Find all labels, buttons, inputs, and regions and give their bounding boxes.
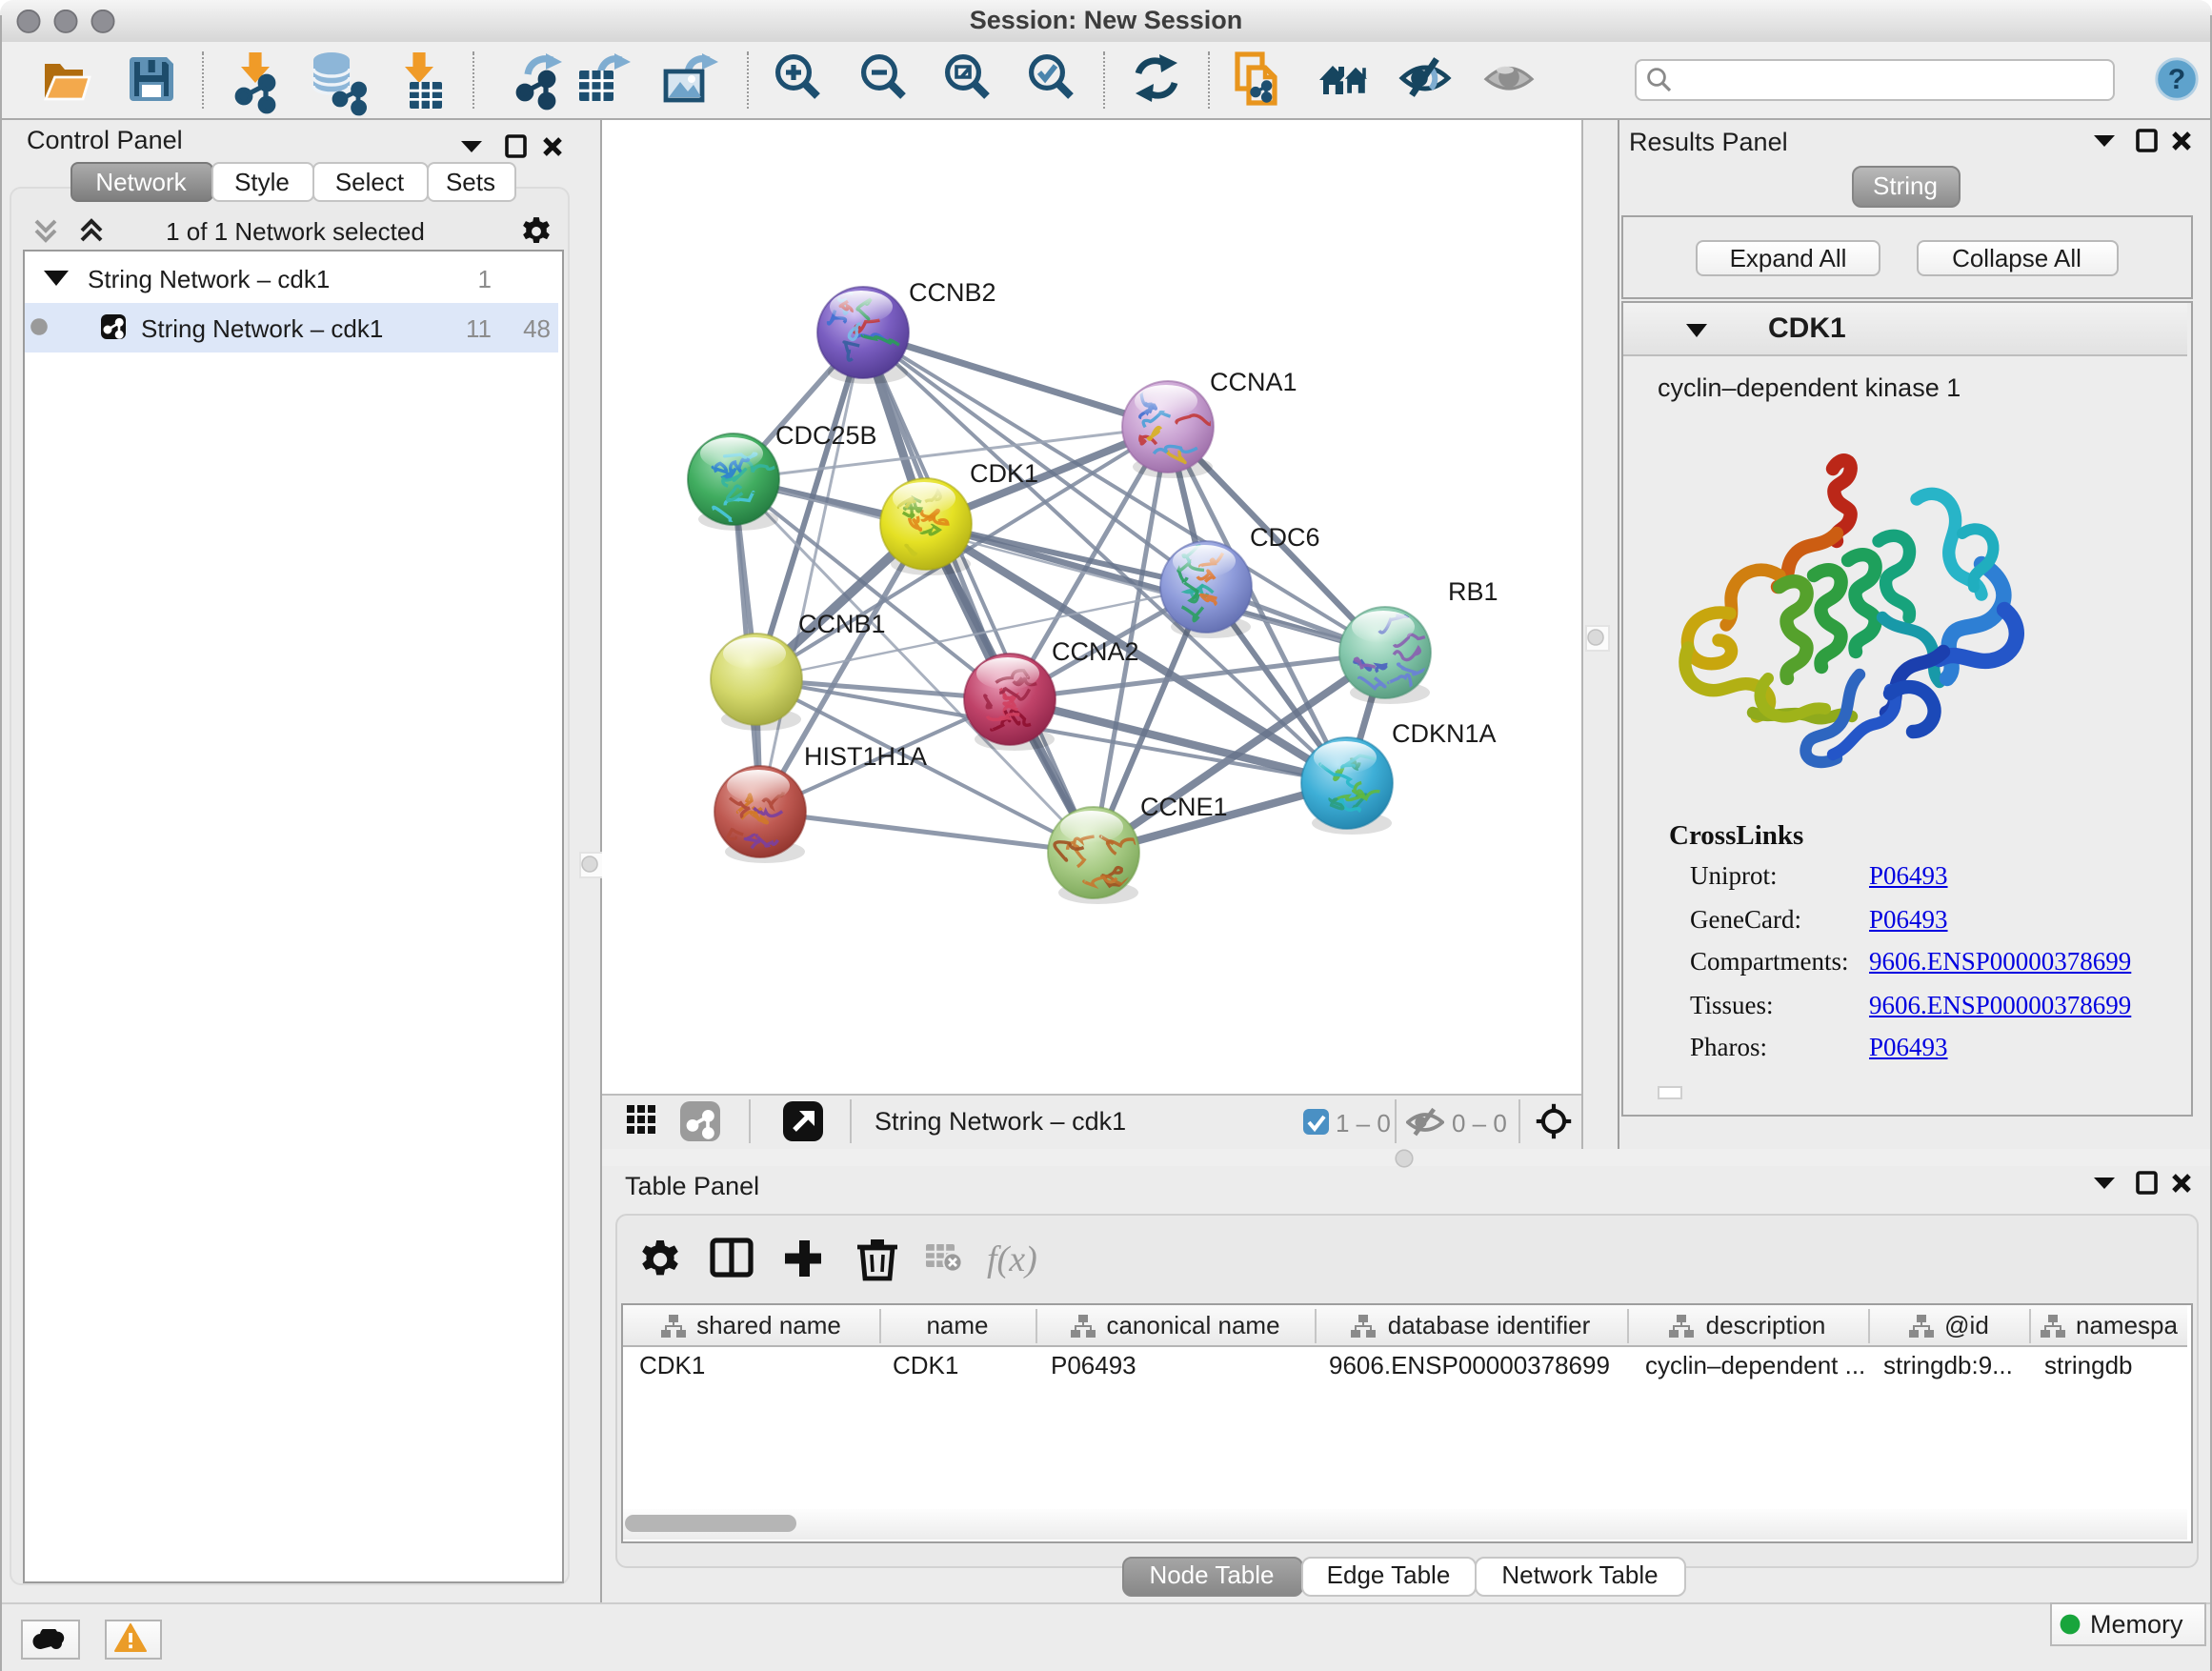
svg-text:?: ? [2168,64,2185,95]
svg-text:HIST1H1A: HIST1H1A [804,742,927,771]
svg-text:f(x): f(x) [987,1239,1037,1279]
svg-text:CDC6: CDC6 [1250,523,1320,552]
svg-text:CDKN1A: CDKN1A [1392,719,1497,748]
svg-text:CDK1: CDK1 [970,459,1038,488]
svg-text:CCNE1: CCNE1 [1140,793,1228,821]
svg-text:CCNB1: CCNB1 [798,610,886,638]
svg-text:RB1: RB1 [1448,577,1498,606]
svg-text:CDC25B: CDC25B [775,421,877,450]
svg-text:CCNA1: CCNA1 [1210,368,1297,396]
svg-text:CCNA2: CCNA2 [1052,637,1139,666]
svg-text:CCNB2: CCNB2 [909,278,996,307]
